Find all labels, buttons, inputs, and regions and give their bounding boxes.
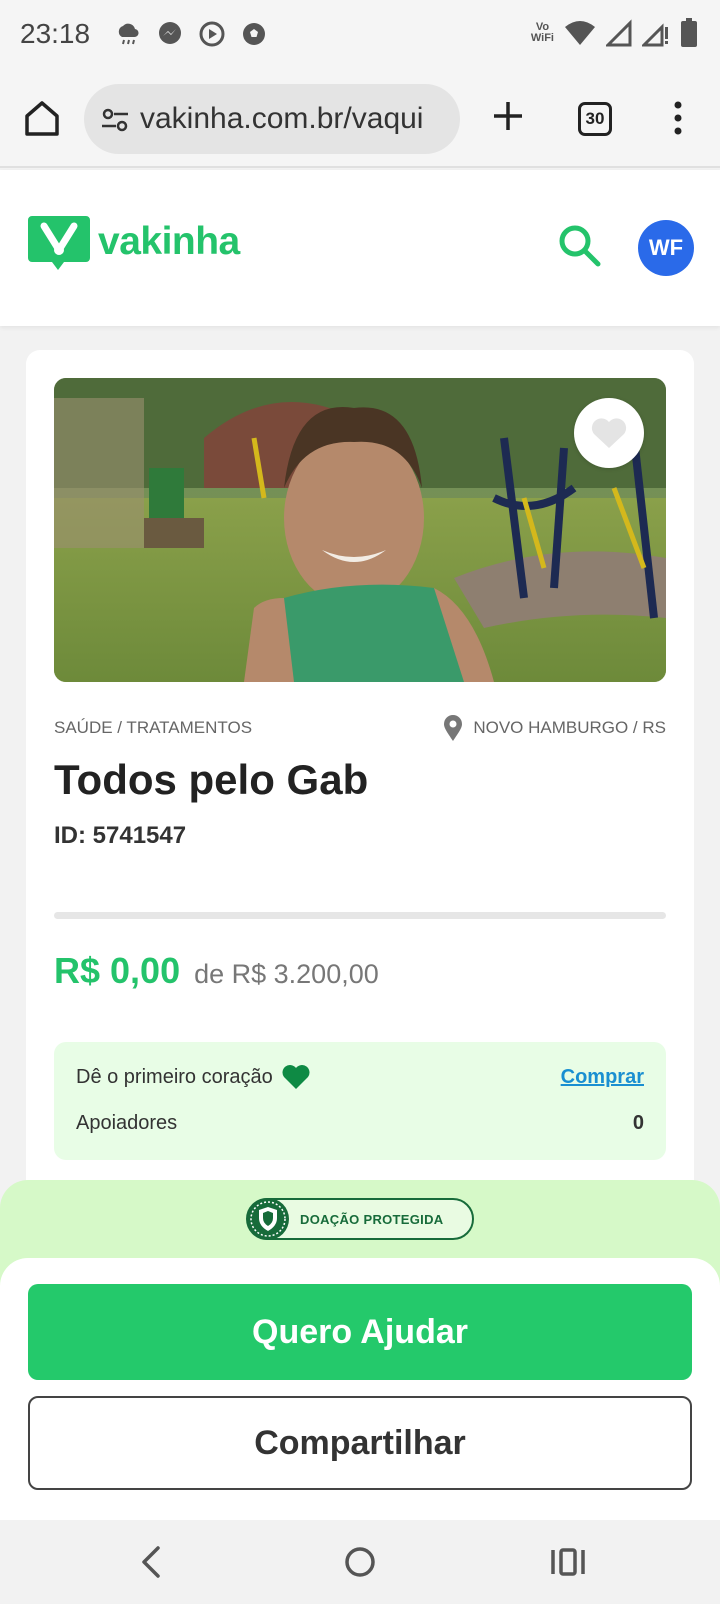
hearts-box: Dê o primeiro coração Comprar Apoiadores… (54, 1042, 666, 1160)
site-header: vakinha WF (0, 170, 720, 326)
status-time: 23:18 (20, 18, 91, 49)
recent-apps-icon[interactable] (548, 1542, 588, 1582)
url-text: vakinha.com.br/vaqui (140, 102, 424, 135)
campaign-title: Todos pelo Gab (54, 756, 369, 803)
tab-switcher-button[interactable]: 30 (578, 102, 612, 136)
location-pin-icon (444, 715, 463, 741)
raised-amount: R$ 0,00 (54, 950, 181, 991)
supporters-count: 0 (632, 1112, 644, 1134)
protected-donation-badge: DOAÇÃO PROTEGIDA (246, 1198, 474, 1240)
site-settings-icon[interactable] (100, 106, 130, 134)
protected-donation-text: DOAÇÃO PROTEGIDA (300, 1211, 444, 1227)
vowifi-line2: WiFi (530, 32, 554, 44)
notification-icons (114, 20, 268, 48)
vowifi-icon: Vo WiFi (531, 22, 554, 44)
heart-icon (591, 418, 627, 448)
action-buttons: Quero Ajudar Compartilhar (0, 1258, 720, 1520)
browser-toolbar: vakinha.com.br/vaqui 30 (0, 72, 720, 168)
signal-no-data-icon (642, 23, 668, 47)
signal-icon (606, 19, 632, 47)
user-avatar[interactable]: WF (638, 220, 694, 276)
campaign-category[interactable]: SAÚDE / TRATAMENTOS (54, 718, 252, 738)
home-circle-icon[interactable] (340, 1542, 380, 1582)
soccer-ball-icon (240, 20, 268, 48)
logo-text: vakinha (98, 220, 240, 263)
supporters-label: Apoiadores (76, 1112, 178, 1134)
share-button[interactable]: Compartilhar (28, 1396, 692, 1490)
vakinha-logo-icon (28, 216, 90, 270)
shield-icon (247, 1198, 289, 1240)
search-icon[interactable] (556, 222, 604, 270)
hearts-text: Dê o primeiro coração (76, 1065, 273, 1088)
campaign-photo (54, 378, 666, 682)
hearts-line: Dê o primeiro coração (76, 1064, 311, 1090)
amounts: R$ 0,00 de R$ 3.200,00 (54, 950, 379, 992)
battery-icon (681, 18, 697, 47)
system-navigation-bar (0, 1520, 720, 1604)
campaign-card: SAÚDE / TRATAMENTOS NOVO HAMBURGO / RS T… (26, 350, 694, 1210)
site-logo[interactable]: vakinha (28, 214, 240, 270)
messenger-icon (156, 20, 184, 48)
status-bar: 23:18 Vo WiFi (0, 0, 720, 72)
home-icon[interactable] (22, 98, 62, 138)
location-text: NOVO HAMBURGO / RS (473, 718, 666, 737)
buy-hearts-link[interactable]: Comprar (561, 1066, 644, 1089)
goal-amount: de R$ 3.200,00 (194, 959, 379, 989)
system-icons: Vo WiFi (531, 18, 698, 48)
back-icon[interactable] (132, 1542, 172, 1582)
green-heart-icon (282, 1065, 310, 1089)
wifi-icon (565, 21, 595, 45)
new-tab-icon[interactable] (488, 96, 528, 136)
more-options-icon[interactable] (668, 100, 688, 136)
progress-bar (54, 912, 666, 919)
address-bar[interactable]: vakinha.com.br/vaqui (84, 84, 460, 154)
campaign-id: ID: 5741547 (54, 822, 187, 849)
action-panel: DOAÇÃO PROTEGIDA Quero Ajudar Compartilh… (0, 1180, 720, 1520)
favorite-button[interactable] (574, 398, 644, 468)
donate-button[interactable]: Quero Ajudar (28, 1284, 692, 1380)
campaign-location: NOVO HAMBURGO / RS (443, 714, 666, 742)
cloud-rain-icon (114, 20, 142, 48)
media-play-icon (198, 20, 226, 48)
